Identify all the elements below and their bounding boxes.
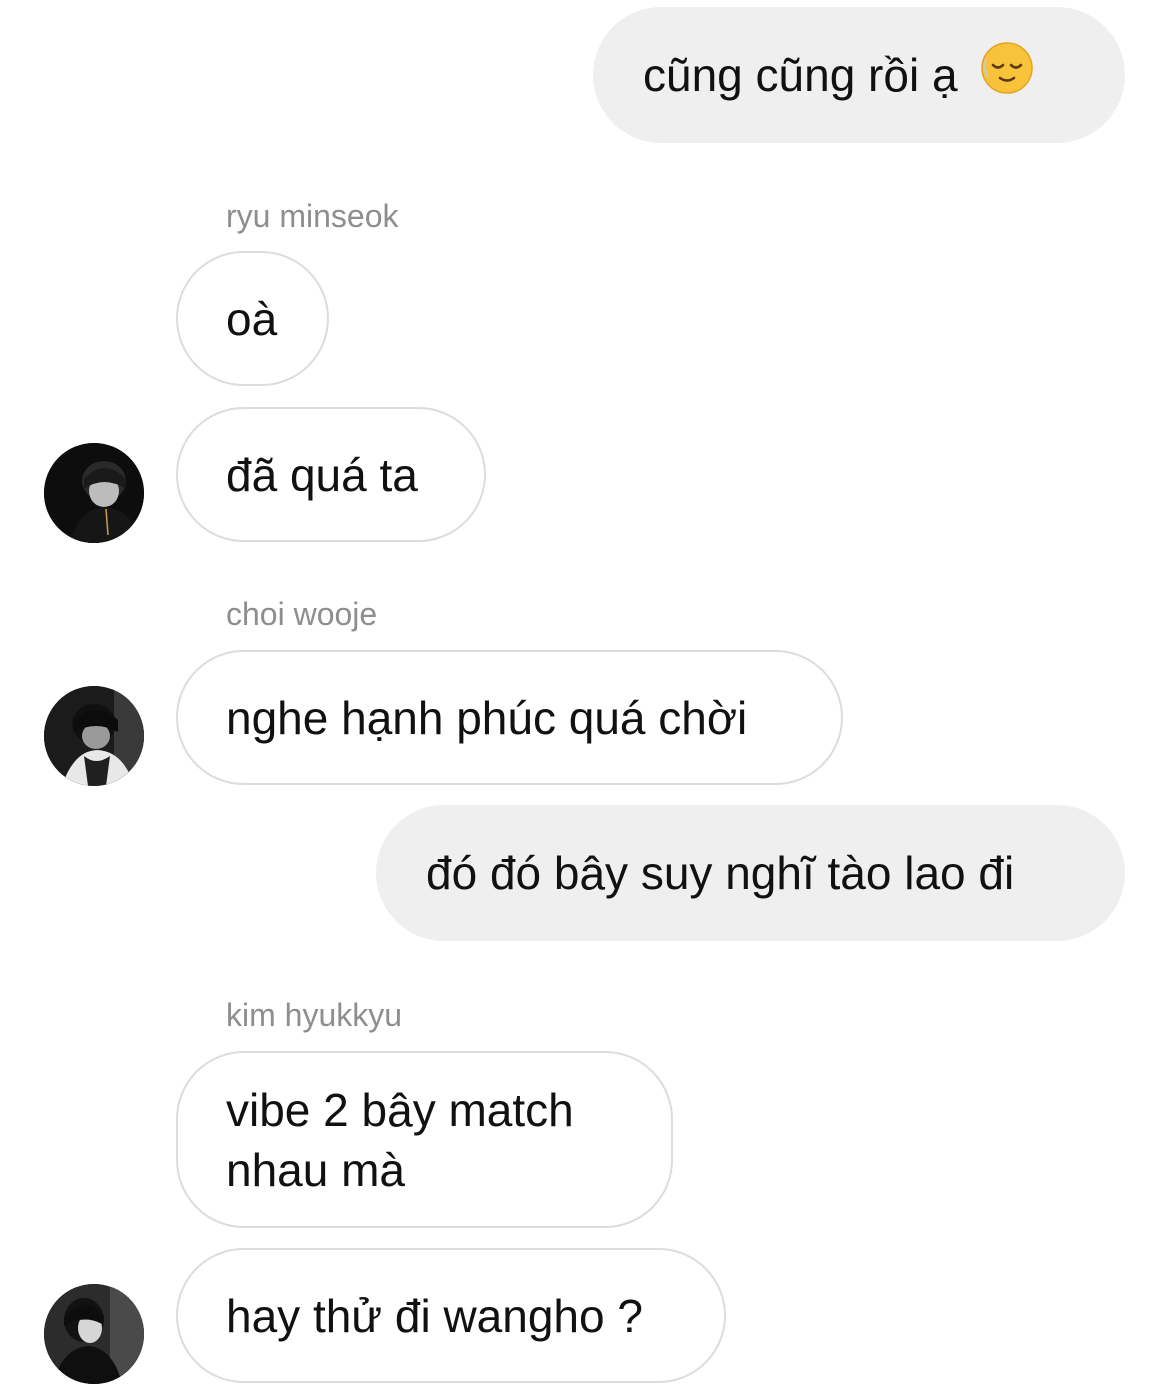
profile-photo-icon [44,443,144,543]
sender-name: kim hyukkyu [226,997,403,1033]
sender-avatar[interactable] [44,686,144,786]
message-text-line: vibe 2 bây match [226,1083,574,1136]
incoming-message-bubble[interactable]: nghe hạnh phúc quá chời [176,650,843,785]
sender-name: choi wooje [226,596,378,632]
outgoing-message-bubble[interactable]: cũng cũng rồi ạ [593,7,1125,143]
sender-name: ryu minseok [226,198,399,234]
message-text: oà [226,292,278,345]
message-text: hay thử đi wangho ? [226,1289,643,1342]
incoming-message-bubble[interactable]: đã quá ta [176,407,486,542]
relieved-face-emoji-icon [980,41,1034,109]
message-text: cũng cũng rồi ạ [643,49,958,101]
message-text: đã quá ta [226,448,418,501]
message-text: đó đó bây suy nghĩ tào lao đi [426,847,1015,899]
profile-photo-icon [44,686,144,786]
incoming-message-bubble[interactable]: hay thử đi wangho ? [176,1248,726,1383]
message-text: nghe hạnh phúc quá chời [226,691,748,744]
outgoing-message-bubble[interactable]: đó đó bây suy nghĩ tào lao đi [376,805,1125,941]
message-text-line: nhau mà [226,1143,406,1196]
sender-avatar[interactable] [44,443,144,543]
profile-photo-icon [44,1284,144,1384]
incoming-message-bubble[interactable]: vibe 2 bây match nhau mà [176,1051,673,1228]
incoming-message-bubble[interactable]: oà [176,251,329,386]
sender-avatar[interactable] [44,1284,144,1384]
